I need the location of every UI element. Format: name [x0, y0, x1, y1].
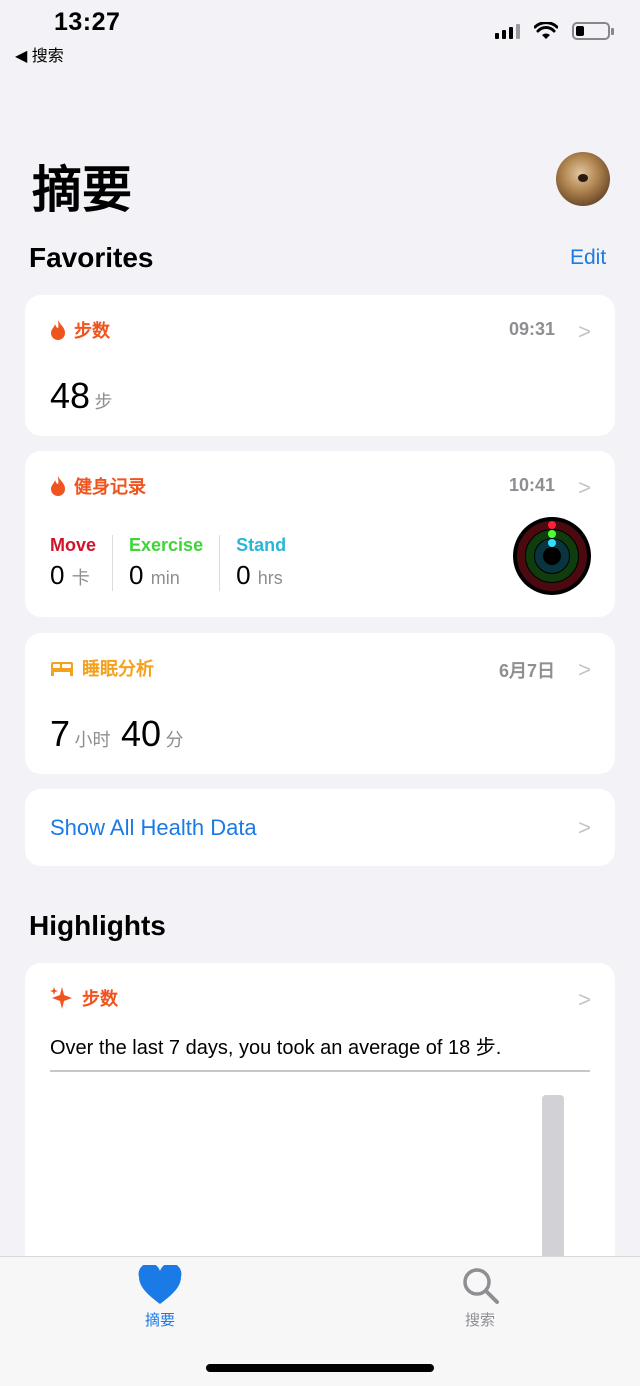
steps-value: 48	[50, 375, 91, 416]
fitness-time: 10:41	[508, 475, 555, 495]
move-stat: Move 0 卡	[50, 535, 114, 591]
steps-bar	[542, 1095, 564, 1275]
sleep-card-label: 睡眠分析	[82, 659, 154, 679]
heart-icon	[138, 1263, 182, 1304]
fitness-card-label: 健身记录	[74, 477, 146, 497]
sleep-card-title: 睡眠分析	[50, 655, 154, 681]
wifi-icon	[534, 22, 558, 39]
highlight-steps-card[interactable]: 步数 > Over the last 7 days, you took an a…	[25, 963, 615, 1275]
bed-icon	[51, 662, 73, 676]
tab-summary-label: 摘要	[144, 1312, 175, 1329]
steps-card-label: 步数	[74, 321, 110, 341]
home-indicator	[206, 1364, 434, 1372]
chevron-right-icon: >	[578, 319, 591, 344]
favorites-heading: Favorites	[29, 242, 154, 273]
show-all-label: Show All Health Data	[50, 815, 257, 840]
exercise-label: Exercise	[129, 535, 204, 555]
flame-icon	[51, 476, 65, 496]
move-value: 0	[50, 560, 65, 590]
exercise-stat: Exercise 0 min	[129, 535, 221, 591]
move-label: Move	[50, 535, 97, 555]
sparkle-icon	[50, 987, 72, 1009]
activity-rings-icon	[513, 517, 591, 595]
sleep-minutes: 40	[120, 713, 161, 754]
chevron-right-icon: >	[578, 987, 591, 1012]
chart-divider	[50, 1070, 590, 1072]
tab-search-label: 搜索	[464, 1312, 495, 1329]
highlight-text: Over the last 7 days, you took an averag…	[50, 1037, 502, 1059]
steps-card[interactable]: 步数 09:31 > 48 步	[25, 295, 615, 436]
page-title: 摘要	[32, 162, 132, 218]
activity-rings-summary: Move 0 卡 Exercise 0 min Stand 0 hrs	[50, 535, 318, 591]
search-icon	[463, 1268, 499, 1304]
cellular-signal-icon	[495, 23, 520, 39]
tab-search[interactable]: 搜索	[440, 1265, 520, 1330]
flame-icon	[51, 320, 65, 340]
highlights-heading: Highlights	[29, 910, 166, 941]
back-to-search-link[interactable]: ◀ 搜索	[15, 42, 64, 66]
sleep-hours-unit: 小时	[74, 730, 111, 750]
steps-card-title: 步数	[50, 317, 110, 343]
fitness-card[interactable]: 健身记录 10:41 > Move 0 卡 Exercise 0 min Sta…	[25, 451, 615, 617]
chevron-right-icon: >	[578, 815, 591, 840]
stand-label: Stand	[236, 535, 287, 555]
stand-unit: hrs	[257, 568, 283, 588]
steps-time: 09:31	[508, 319, 555, 339]
tab-summary[interactable]: 摘要	[120, 1263, 200, 1330]
highlight-card-title: 步数	[50, 985, 118, 1011]
status-icons	[495, 22, 614, 40]
exercise-value: 0	[129, 560, 144, 590]
chevron-right-icon: >	[578, 657, 591, 682]
stand-stat: Stand 0 hrs	[236, 535, 302, 591]
show-all-health-data-button[interactable]: Show All Health Data >	[25, 789, 615, 866]
edit-favorites-button[interactable]: Edit	[570, 246, 606, 270]
exercise-unit: min	[150, 568, 180, 588]
sleep-hours: 7	[50, 713, 71, 754]
sleep-date: 6月7日	[498, 661, 555, 681]
profile-avatar[interactable]	[556, 152, 610, 206]
chevron-right-icon: >	[578, 475, 591, 500]
stand-value: 0	[236, 560, 251, 590]
move-unit: 卡	[71, 568, 90, 588]
sleep-minutes-unit: 分	[165, 730, 184, 750]
battery-icon	[572, 22, 614, 40]
status-time: 13:27	[54, 8, 121, 36]
steps-unit: 步	[94, 392, 113, 412]
fitness-card-title: 健身记录	[50, 473, 146, 499]
sleep-card[interactable]: 睡眠分析 6月7日 > 7 小时 40 分	[25, 633, 615, 774]
highlight-card-label: 步数	[82, 989, 118, 1009]
